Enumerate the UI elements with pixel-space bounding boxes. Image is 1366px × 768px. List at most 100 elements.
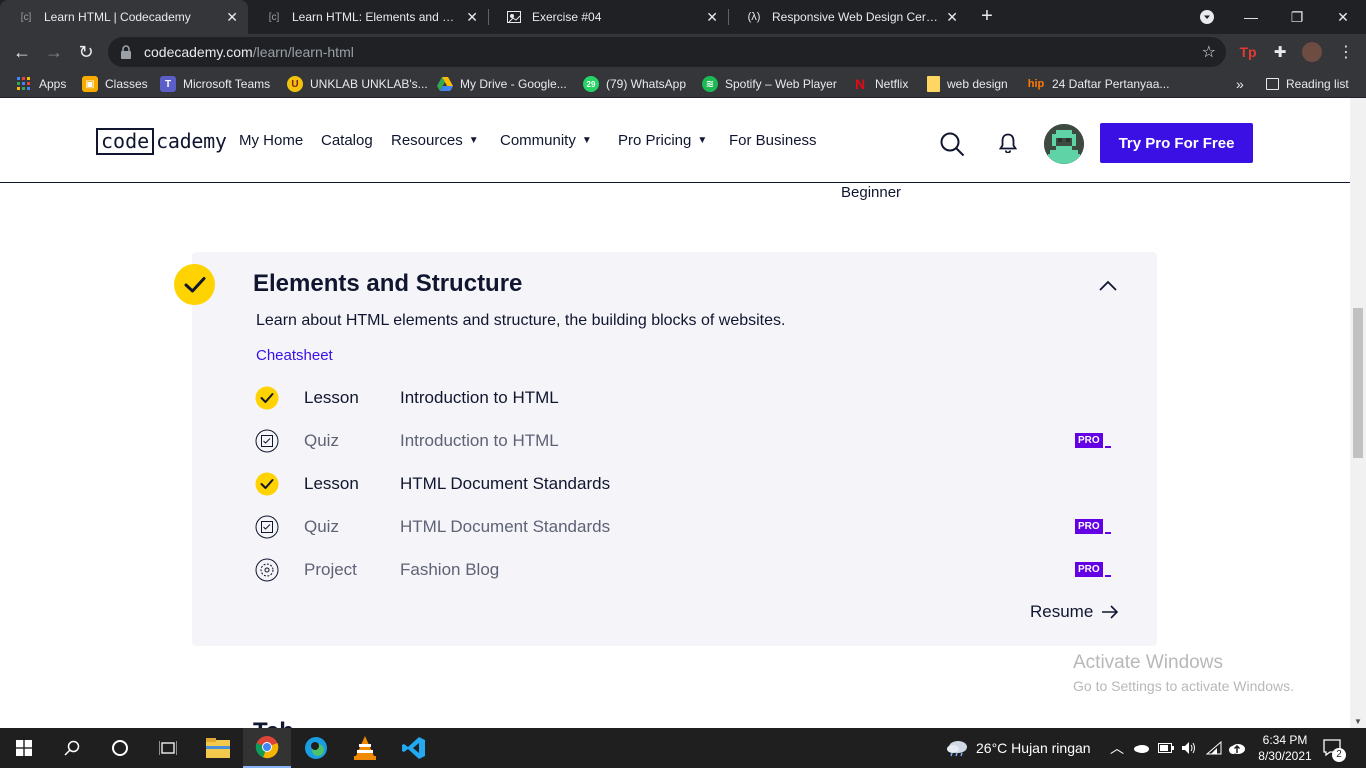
restore-icon[interactable]: ❐ (1274, 0, 1320, 34)
battery-icon[interactable] (1158, 728, 1174, 768)
bookmark-label: Classes (105, 77, 148, 91)
item-name: HTML Document Standards (400, 474, 611, 493)
bookmark-whatsapp[interactable]: 29 (79) WhatsApp (583, 75, 686, 93)
more-bookmarks-icon[interactable]: » (1236, 75, 1244, 93)
google-drive-icon (437, 76, 453, 92)
bookmark-google-drive[interactable]: My Drive - Google... (437, 75, 567, 93)
bookmark-teams[interactable]: T Microsoft Teams (160, 75, 270, 93)
browser-tab[interactable]: Exercise #04 ✕ (488, 0, 728, 34)
pro-badge: PRO (1075, 562, 1111, 577)
list-item[interactable]: Project Fashion Blog PRO (255, 556, 1125, 584)
task-view-icon[interactable] (144, 728, 192, 768)
chrome-menu-icon[interactable]: ⋮ (1336, 42, 1356, 62)
reading-list-icon (1266, 78, 1279, 90)
close-tab-icon[interactable]: ✕ (226, 9, 238, 26)
lesson-complete-check-icon (255, 472, 279, 496)
search-icon[interactable] (48, 728, 96, 768)
chrome-taskbar-icon[interactable] (243, 728, 291, 768)
bookmark-netflix[interactable]: N Netflix (852, 75, 908, 93)
reload-icon[interactable]: ↻ (74, 40, 98, 64)
list-item[interactable]: Lesson Introduction to HTML (255, 384, 1125, 412)
list-item[interactable]: Lesson HTML Document Standards (255, 470, 1125, 498)
show-hidden-icons[interactable]: ︿ (1110, 728, 1124, 768)
nav-my-home[interactable]: My Home (239, 132, 303, 149)
browser-tab[interactable]: (λ) Responsive Web Design Certifica ✕ (728, 0, 968, 34)
minimize-icon[interactable]: — (1228, 0, 1274, 34)
pro-badge: PRO (1075, 519, 1111, 534)
weather-widget[interactable]: 26°C Hujan ringan (946, 728, 1091, 768)
reading-list-button[interactable]: Reading list (1266, 75, 1349, 93)
nav-pro-pricing[interactable]: Pro Pricing ▼ (618, 132, 707, 149)
freecodecamp-favicon-icon: (λ) (747, 11, 761, 23)
new-tab-button[interactable]: + (976, 5, 998, 27)
pro-label: PRO (1075, 562, 1103, 577)
codecademy-logo[interactable]: code cademy (96, 128, 227, 155)
wifi-icon[interactable] (1206, 728, 1222, 768)
activate-windows-watermark: Activate Windows Go to Settings to activ… (1073, 652, 1294, 694)
site-header: code cademy My Home Catalog Resources ▼ Co… (0, 98, 1350, 183)
close-tab-icon[interactable]: ✕ (466, 9, 478, 26)
clock-date: 8/30/2021 (1258, 749, 1312, 763)
vscode-taskbar-icon[interactable] (390, 728, 438, 768)
next-module-title: Tab (253, 718, 294, 728)
bookmark-label: Apps (39, 77, 67, 91)
item-name: Fashion Blog (400, 560, 500, 579)
close-tab-icon[interactable]: ✕ (946, 9, 958, 26)
browser-tab[interactable]: [c] Learn HTML | Codecademy ✕ (0, 0, 248, 34)
scroll-down-arrow-icon[interactable]: ▼ (1354, 717, 1362, 726)
item-name: Introduction to HTML (400, 431, 559, 450)
bookmark-classes[interactable]: ▣ Classes (82, 75, 148, 93)
nav-resources[interactable]: Resources ▼ (391, 132, 479, 149)
scrollbar-thumb[interactable] (1353, 308, 1363, 458)
browser-tab[interactable]: [c] Learn HTML: Elements and Struct ✕ (248, 0, 488, 34)
tab-title: Responsive Web Design Certifica (772, 10, 939, 24)
address-bar[interactable]: codecademy.com /learn/learn-html ☆ (108, 37, 1226, 67)
folder-icon (927, 76, 940, 92)
bookmark-star-icon[interactable]: ☆ (1202, 42, 1216, 62)
windows-start-icon[interactable] (0, 728, 48, 768)
reading-list-label: Reading list (1286, 77, 1349, 91)
bell-icon[interactable] (999, 133, 1017, 153)
bookmark-unklab[interactable]: U UNKLAB UNKLAB's... (287, 75, 428, 93)
bookmark-apps[interactable]: Apps (16, 75, 66, 93)
bookmark-label: web design (947, 77, 1008, 91)
file-explorer-icon[interactable] (194, 728, 242, 768)
notifications-button[interactable]: 2 (1322, 728, 1346, 768)
difficulty-level: Beginner (841, 184, 902, 201)
onedrive-cloud-icon[interactable] (1133, 728, 1149, 768)
resume-label: Resume (1030, 602, 1094, 621)
back-arrow-icon[interactable]: ← (10, 40, 34, 64)
list-item[interactable]: Quiz HTML Document Standards PRO (255, 513, 1125, 541)
resume-button[interactable]: Resume (1030, 602, 1119, 622)
chevron-up-icon[interactable] (1098, 278, 1118, 294)
cortana-icon[interactable] (96, 728, 144, 768)
bookmark-spotify[interactable]: ≋ Spotify – Web Player (702, 75, 837, 93)
close-tab-icon[interactable]: ✕ (706, 9, 718, 26)
vlc-taskbar-icon[interactable] (341, 728, 389, 768)
nav-label: Community (500, 132, 576, 149)
volume-icon[interactable] (1181, 728, 1197, 768)
edge-taskbar-icon[interactable] (292, 728, 340, 768)
page-scrollbar[interactable]: ▼ (1350, 98, 1366, 728)
upload-cloud-icon[interactable] (1228, 728, 1246, 768)
search-icon[interactable] (940, 132, 965, 157)
close-window-icon[interactable]: ✕ (1320, 0, 1366, 34)
try-pro-button[interactable]: Try Pro For Free (1100, 123, 1253, 163)
nav-label: For Business (729, 132, 817, 149)
forward-arrow-icon[interactable]: → (42, 40, 66, 64)
tp-extension-icon[interactable]: Tp (1238, 42, 1258, 62)
nav-community[interactable]: Community ▼ (500, 132, 592, 149)
cheatsheet-link[interactable]: Cheatsheet (256, 347, 333, 364)
profile-avatar-icon[interactable] (1302, 42, 1322, 62)
system-clock[interactable]: 6:34 PM 8/30/2021 (1253, 732, 1317, 764)
extensions-puzzle-icon[interactable]: ✚ (1270, 42, 1290, 62)
nav-for-business[interactable]: For Business (729, 132, 817, 149)
bookmark-web-design[interactable]: web design (927, 75, 1008, 93)
nav-catalog[interactable]: Catalog (321, 132, 373, 149)
bookmark-24-daftar[interactable]: hip 24 Daftar Pertanyaa... (1027, 75, 1170, 93)
item-kind: Lesson (304, 388, 359, 407)
classroom-icon: ▣ (82, 76, 98, 92)
avatar[interactable] (1044, 124, 1084, 164)
list-item[interactable]: Quiz Introduction to HTML PRO (255, 427, 1125, 455)
profile-menu-icon[interactable] (1184, 0, 1230, 34)
